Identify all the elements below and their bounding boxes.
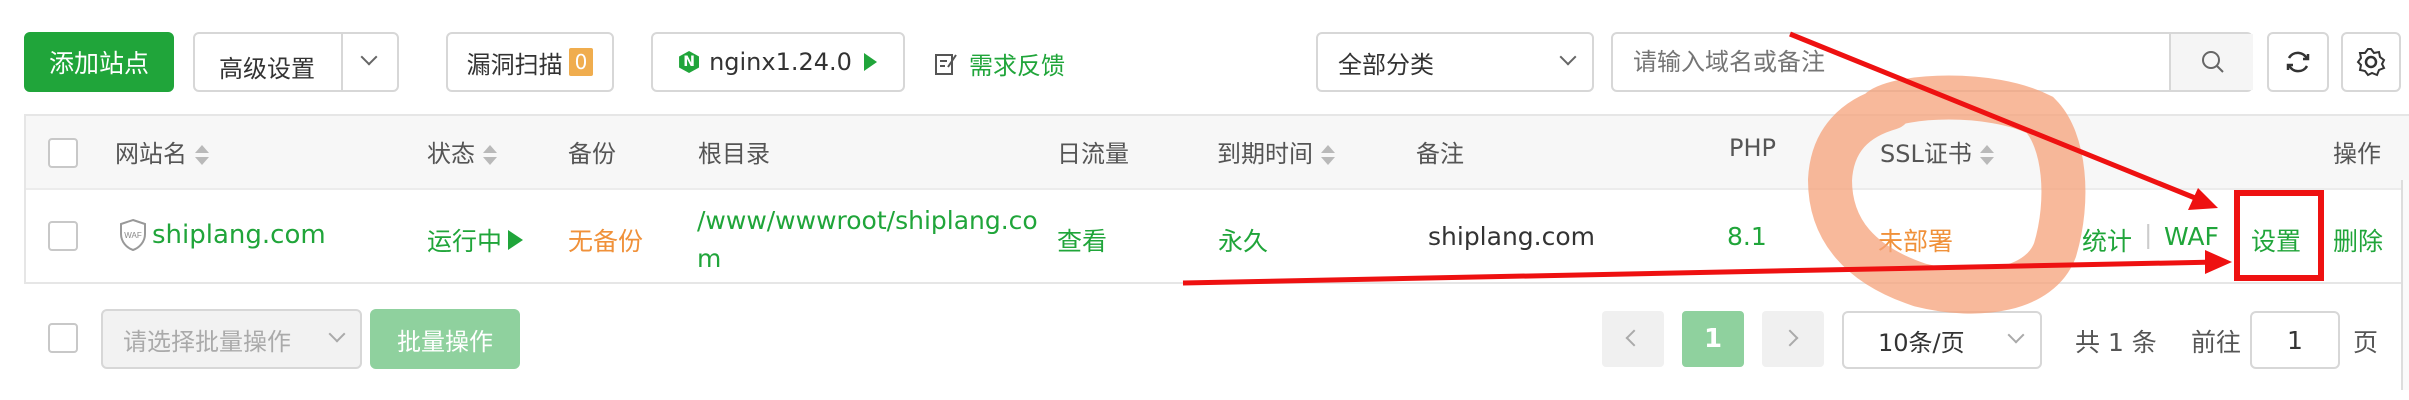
ssl-highlight-scribble	[1807, 75, 2086, 314]
annotation-overlay	[1182, 31, 2324, 314]
settings-highlight-box	[2234, 190, 2324, 281]
arrow-head-icon	[2205, 250, 2232, 274]
